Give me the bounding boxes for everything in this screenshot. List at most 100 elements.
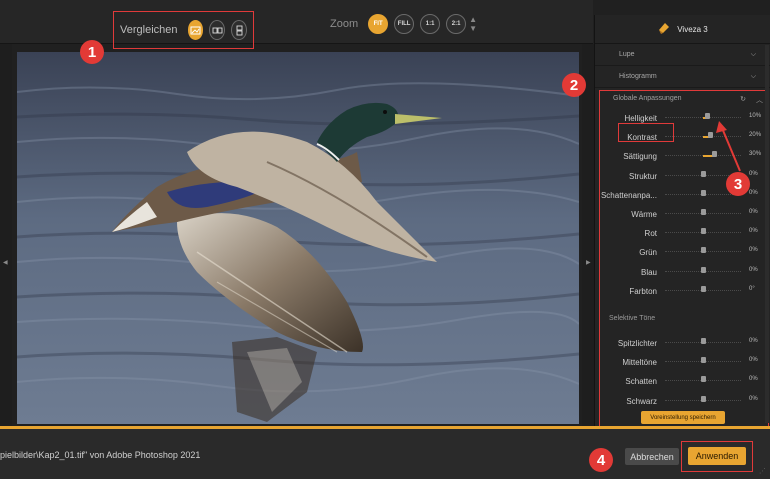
slider-value: 30% [749, 151, 761, 157]
slider-knob[interactable] [701, 338, 706, 344]
slider-value: 0% [749, 171, 758, 177]
slider-value-unit: ° [752, 285, 755, 292]
slider-knob[interactable] [701, 376, 706, 383]
zoom-fill-button[interactable]: FILL [394, 14, 415, 34]
slider-value-unit: % [755, 132, 762, 139]
slider-knob[interactable] [704, 113, 710, 119]
collapse-right-icon[interactable]: ▶ [586, 259, 591, 266]
chevron-down-icon[interactable]: ⌵ [751, 51, 756, 59]
duck-photo [17, 52, 579, 424]
slider-row-selective-3[interactable]: Schwarz 0% [595, 392, 770, 411]
slider-value-number: 30 [749, 151, 756, 158]
left-collapse-gutter[interactable]: ◀ [0, 44, 12, 426]
selective-slider-list: Spitzlichter 0% Mitteltöne 0% Schatten 0% Schw… [595, 334, 770, 411]
slider-knob[interactable] [701, 266, 706, 273]
zoom-label: Zoom [330, 18, 359, 30]
global-adjustments-title: Globale Anpassungen [613, 95, 682, 102]
accordion-lupe[interactable]: Lupe ⌵ [595, 44, 770, 66]
slider-label: Struktur [628, 171, 657, 181]
slider-value: 0° [749, 286, 755, 292]
slider-label: Blau [640, 267, 657, 277]
slider-knob[interactable] [701, 247, 706, 254]
slider-value-unit: % [752, 338, 758, 344]
apply-button[interactable]: Anwenden [688, 447, 746, 465]
callout-4: 4 [589, 448, 613, 472]
zoom-group: Zoom FIT FILL 1:1 2:1 ▲ ▼ [330, 11, 477, 37]
compare-label: Vergleichen [120, 24, 178, 36]
slider-row-selective-0[interactable]: Spitzlichter 0% [595, 334, 770, 353]
slider-value: 0% [749, 357, 758, 363]
chevron-down-icon[interactable]: ⌵ [751, 73, 756, 81]
adjustments-panel: Viveza 3 Lupe ⌵ Histogramm ⌵ Globale Anp… [594, 15, 770, 428]
right-collapse-gutter[interactable]: ▶ [582, 44, 594, 426]
slider-value-number: 20 [749, 132, 756, 139]
slider-value: 0% [749, 396, 758, 402]
slider-label: Schwarz [626, 396, 657, 406]
callout-2: 2 [562, 73, 586, 97]
slider-label: Spitzlichter [617, 339, 657, 348]
global-adjustments-header[interactable]: Globale Anpassungen ↻ ︿ [613, 95, 763, 105]
viveza-window: Vergleichen Zoom FIT FILL 1:1 2:1 ▲ ▼ ◀ ▶ [0, 0, 770, 479]
slider-value: 0% [749, 247, 758, 253]
slider-knob[interactable] [708, 132, 713, 139]
slider-row-global-9[interactable]: Farbton 0° [595, 282, 770, 301]
slider-label: Schattenanpa... [600, 190, 657, 200]
compare-split-icon[interactable] [187, 20, 204, 40]
slider-knob[interactable] [711, 151, 717, 158]
slider-row-global-7[interactable]: Grün 0% [595, 243, 770, 262]
slider-value-number: 10 [749, 113, 756, 119]
slider-label: Helligkeit [624, 114, 657, 123]
compare-stacked-icon[interactable] [231, 20, 247, 40]
zoom-fit-button[interactable]: FIT [368, 14, 389, 34]
accordion-lupe-label: Lupe [619, 51, 635, 58]
slider-value: 20% [749, 132, 761, 138]
chevron-up-icon[interactable]: ︿ [756, 95, 763, 105]
slider-value-unit: % [752, 228, 758, 235]
compare-side-by-side-icon[interactable] [209, 20, 226, 40]
selective-tones-title: Selektive Töne [609, 315, 656, 322]
zoom-2to1-button[interactable]: 2:1 [446, 14, 467, 34]
accordion-histogramm[interactable]: Histogramm ⌵ [595, 66, 770, 88]
slider-knob[interactable] [701, 170, 706, 177]
save-preset-button[interactable]: Voreinstellung speichern [641, 411, 725, 424]
callout-1: 1 [80, 40, 104, 64]
slider-knob[interactable] [701, 189, 706, 196]
slider-value-unit: % [752, 189, 758, 196]
resize-grip-icon[interactable]: ⋰ [759, 467, 766, 475]
collapse-left-icon[interactable]: ◀ [3, 259, 8, 266]
slider-value: 0% [749, 190, 758, 196]
slider-row-global-8[interactable]: Blau 0% [595, 263, 770, 282]
slider-value-unit: % [752, 170, 758, 177]
slider-knob[interactable] [701, 228, 706, 235]
slider-value: 0% [749, 228, 758, 234]
compare-group: Vergleichen [113, 11, 254, 49]
slider-knob[interactable] [701, 208, 706, 215]
preview-image[interactable] [17, 52, 579, 424]
slider-label: Grün [639, 248, 657, 258]
bottom-bar: pielbilder\Kap2_01.tif" von Adobe Photos… [0, 429, 770, 479]
slider-label: Schatten [625, 377, 657, 387]
slider-label: Rot [644, 229, 657, 239]
cancel-button[interactable]: Abbrechen [625, 448, 679, 465]
slider-knob[interactable] [701, 395, 706, 402]
slider-row-selective-2[interactable]: Schatten 0% [595, 372, 770, 391]
accordion-histogramm-label: Histogramm [619, 73, 657, 80]
file-info-text: pielbilder\Kap2_01.tif" von Adobe Photos… [0, 450, 201, 460]
helligkeit-highlight [618, 123, 674, 142]
slider-row-global-6[interactable]: Rot 0% [595, 224, 770, 243]
reset-icon[interactable]: ↻ [740, 95, 746, 105]
slider-knob[interactable] [701, 357, 706, 364]
slider-value-unit: % [752, 266, 758, 273]
slider-value: 0% [749, 376, 758, 382]
slider-row-selective-1[interactable]: Mitteltöne 0% [595, 353, 770, 372]
slider-row-global-2[interactable]: Sättigung 30% [595, 147, 770, 166]
slider-value: 0% [749, 338, 758, 344]
panel-scrollbar[interactable] [765, 45, 769, 423]
slider-knob[interactable] [701, 285, 706, 292]
zoom-1to1-button[interactable]: 1:1 [420, 14, 441, 34]
zoom-stepper-icon[interactable]: ▲ ▼ [469, 15, 477, 33]
slider-row-global-5[interactable]: Wärme 0% [595, 205, 770, 224]
slider-value-unit: % [752, 247, 758, 254]
slider-value-unit: % [752, 208, 758, 215]
slider-value-unit: % [755, 151, 762, 158]
